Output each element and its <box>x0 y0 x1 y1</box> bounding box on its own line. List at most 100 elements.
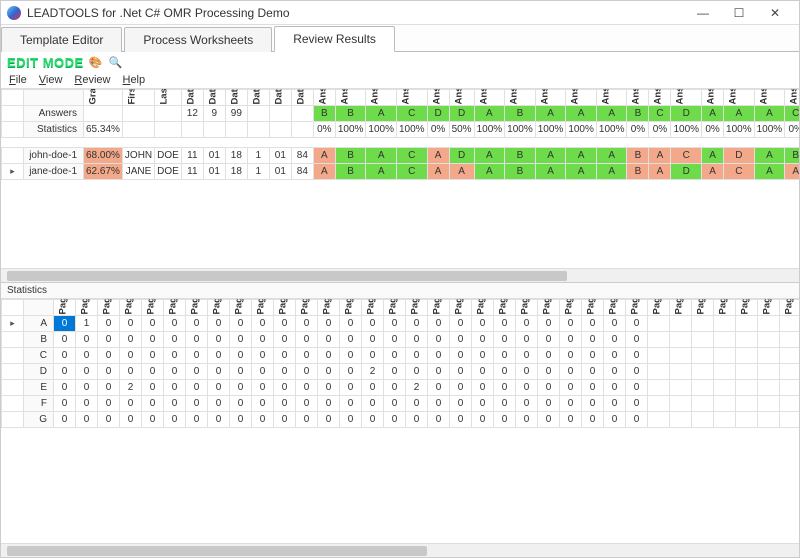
cell[interactable]: 0 <box>384 396 406 412</box>
cell[interactable] <box>247 106 269 122</box>
cell[interactable]: 0 <box>626 316 648 332</box>
cell[interactable]: A <box>427 164 449 180</box>
cell[interactable]: 1 <box>76 316 98 332</box>
cell[interactable]: 0 <box>406 316 428 332</box>
cell[interactable]: 0 <box>186 364 208 380</box>
cell[interactable]: 0 <box>582 316 604 332</box>
col-header[interactable]: Answers 1-15 Row 3 <box>366 90 397 106</box>
cell[interactable]: A <box>313 164 335 180</box>
row-marker[interactable] <box>2 316 24 332</box>
row-john-doe-1[interactable]: john-doe-1 <box>24 148 84 164</box>
cell[interactable] <box>247 122 269 138</box>
cell[interactable]: 0 <box>582 348 604 364</box>
menu-file[interactable]: File <box>9 74 27 86</box>
cell[interactable]: 0 <box>54 348 76 364</box>
cell[interactable]: D <box>449 106 474 122</box>
cell[interactable] <box>181 122 203 138</box>
row-marker[interactable] <box>2 380 24 396</box>
cell[interactable]: A <box>474 164 505 180</box>
stat-row-C[interactable]: C <box>24 348 54 364</box>
cell[interactable]: 2 <box>406 380 428 396</box>
cell[interactable]: 100% <box>724 122 755 138</box>
cell[interactable] <box>648 396 670 412</box>
stat-row-G[interactable]: G <box>24 412 54 428</box>
cell[interactable]: 11 <box>181 148 203 164</box>
cell[interactable]: 0 <box>516 396 538 412</box>
close-button[interactable]: ✕ <box>757 3 793 23</box>
cell[interactable] <box>736 412 758 428</box>
cell[interactable]: 0 <box>472 364 494 380</box>
cell[interactable]: 0 <box>516 316 538 332</box>
col-header[interactable]: Date of Test - Month <box>181 90 203 106</box>
col-header[interactable]: Date of Birth - Day <box>269 90 291 106</box>
stat-col-header[interactable]: Page 1 Last Name Column 9 <box>538 300 560 316</box>
cell[interactable] <box>780 364 800 380</box>
cell[interactable]: 0 <box>54 396 76 412</box>
cell[interactable] <box>648 316 670 332</box>
cell[interactable]: 0 <box>164 332 186 348</box>
cell[interactable]: 0 <box>318 348 340 364</box>
cell[interactable]: 0 <box>274 316 296 332</box>
cell[interactable]: D <box>671 106 702 122</box>
cell[interactable]: 0 <box>406 412 428 428</box>
cell[interactable]: 100% <box>754 122 785 138</box>
cell[interactable] <box>692 412 714 428</box>
stat-col-header[interactable]: Page 1 First Name Column 2 <box>76 300 98 316</box>
col-header[interactable]: Answers 1-15 Row 8 <box>505 90 536 106</box>
cell[interactable]: 0 <box>362 380 384 396</box>
cell[interactable] <box>736 380 758 396</box>
cell[interactable]: 0 <box>384 412 406 428</box>
cell[interactable]: 0 <box>230 348 252 364</box>
cell[interactable]: A <box>535 164 566 180</box>
cell[interactable]: 0 <box>582 364 604 380</box>
cell[interactable]: 0 <box>494 396 516 412</box>
cell[interactable]: 11 <box>181 164 203 180</box>
cell[interactable]: A <box>566 106 597 122</box>
stat-row-D[interactable]: D <box>24 364 54 380</box>
cell[interactable]: 0 <box>626 332 648 348</box>
cell[interactable] <box>714 396 736 412</box>
cell[interactable]: 0 <box>340 396 362 412</box>
cell[interactable]: 0 <box>98 348 120 364</box>
stat-row-E[interactable]: E <box>24 380 54 396</box>
cell[interactable]: 100% <box>535 122 566 138</box>
cell[interactable]: A <box>474 106 505 122</box>
cell[interactable]: 0 <box>54 364 76 380</box>
stat-col-header[interactable]: Page 1 Last Name Column 8 <box>516 300 538 316</box>
cell[interactable]: 0 <box>274 348 296 364</box>
cell[interactable]: 0 <box>450 364 472 380</box>
col-header[interactable]: Answers 1-15 Row 4 <box>396 90 427 106</box>
cell[interactable]: 0 <box>208 380 230 396</box>
cell[interactable]: 0 <box>428 332 450 348</box>
cell[interactable]: 0 <box>626 380 648 396</box>
cell[interactable]: 0 <box>76 396 98 412</box>
cell[interactable]: 0 <box>142 396 164 412</box>
cell[interactable]: 0 <box>428 380 450 396</box>
cell[interactable]: 12 <box>181 106 203 122</box>
stat-col-header[interactable]: Page 1 Date of Test - Day Column 1 <box>670 300 692 316</box>
cell[interactable]: 0 <box>54 380 76 396</box>
cell[interactable]: 0 <box>208 364 230 380</box>
cell[interactable]: D <box>427 106 449 122</box>
cell[interactable]: 100% <box>505 122 536 138</box>
cell[interactable]: C <box>649 106 671 122</box>
cell[interactable]: A <box>702 148 724 164</box>
menu-review[interactable]: Review <box>74 74 110 86</box>
cell[interactable] <box>155 122 182 138</box>
cell[interactable]: 84 <box>291 148 313 164</box>
cell[interactable]: 0 <box>428 396 450 412</box>
cell[interactable]: 0 <box>384 332 406 348</box>
cell[interactable]: 0 <box>472 348 494 364</box>
cell[interactable]: 0 <box>142 364 164 380</box>
menu-help[interactable]: Help <box>122 74 145 86</box>
cell[interactable]: 0 <box>516 332 538 348</box>
cell[interactable]: 0 <box>340 412 362 428</box>
cell[interactable]: 01 <box>269 164 291 180</box>
cell[interactable]: A <box>649 148 671 164</box>
cell[interactable]: 0 <box>54 332 76 348</box>
cell[interactable] <box>736 396 758 412</box>
cell[interactable] <box>84 106 123 122</box>
cell[interactable] <box>648 380 670 396</box>
cell[interactable]: A <box>366 106 397 122</box>
cell[interactable]: 0 <box>164 396 186 412</box>
